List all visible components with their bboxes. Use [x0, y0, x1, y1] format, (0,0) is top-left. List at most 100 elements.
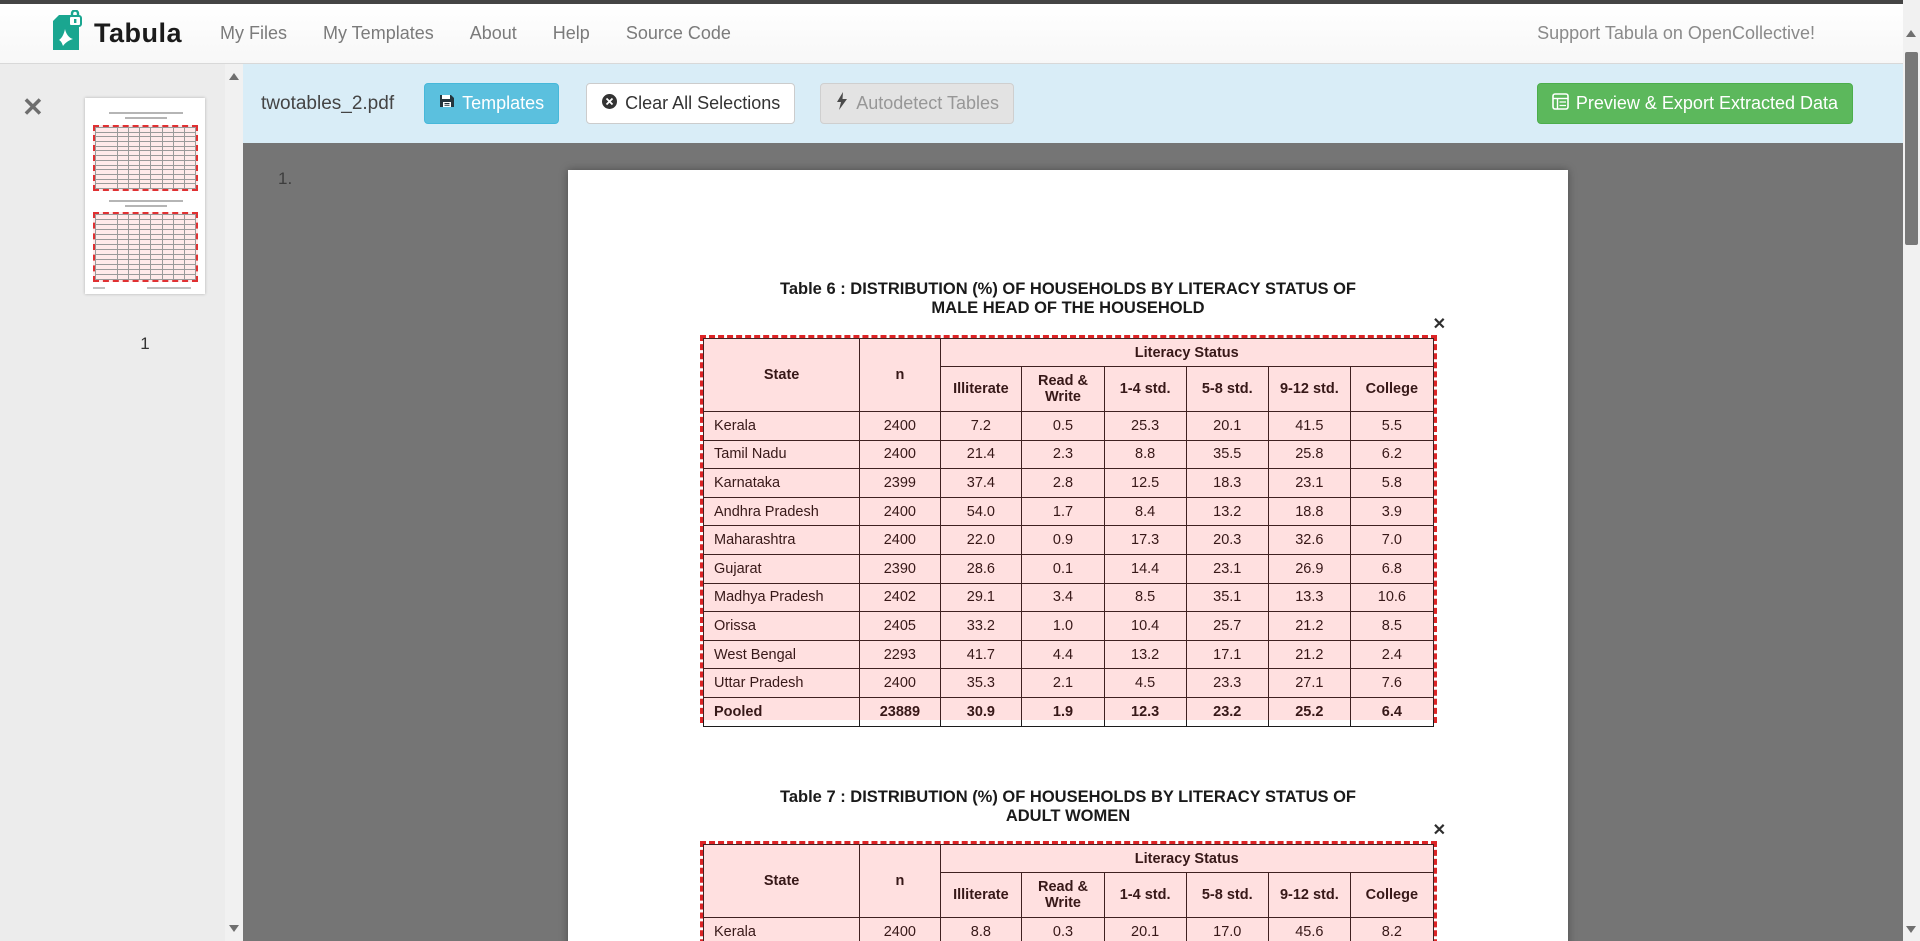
window-scrollbar[interactable] — [1903, 0, 1920, 941]
table-cell: 29.1 — [940, 583, 1022, 612]
table-cell: 41.5 — [1268, 412, 1350, 441]
close-document-icon[interactable]: ✕ — [22, 94, 44, 120]
table-cell: 2400 — [860, 918, 940, 941]
col-header: 1-4 std. — [1104, 367, 1186, 412]
table-cell: 13.2 — [1186, 497, 1268, 526]
col-header: 1-4 std. — [1104, 873, 1186, 918]
table-cell: 3.4 — [1022, 583, 1104, 612]
autodetect-tables-button[interactable]: Autodetect Tables — [820, 83, 1014, 124]
circle-x-icon — [601, 93, 618, 115]
preview-export-label: Preview & Export Extracted Data — [1576, 93, 1838, 114]
table-cell: 2400 — [860, 440, 940, 469]
table-cell: 2.4 — [1350, 640, 1433, 669]
table-cell: 2.8 — [1022, 469, 1104, 498]
preview-export-button[interactable]: Preview & Export Extracted Data — [1537, 83, 1853, 124]
table-cell: 10.4 — [1104, 612, 1186, 641]
remove-selection-icon[interactable]: ✕ — [1433, 823, 1446, 839]
table-cell: 1.0 — [1022, 612, 1104, 641]
col-header: College — [1350, 873, 1433, 918]
col-header: 5-8 std. — [1186, 873, 1268, 918]
templates-button[interactable]: Templates — [424, 83, 559, 124]
table-cell: 18.3 — [1186, 469, 1268, 498]
scroll-up-icon[interactable] — [229, 73, 239, 80]
support-opencollective-link[interactable]: Support Tabula on OpenCollective! — [1537, 23, 1815, 44]
table-cell: 10.6 — [1350, 583, 1433, 612]
table-row: Madhya Pradesh240229.13.48.535.113.310.6 — [704, 583, 1434, 612]
lightning-bolt-icon — [835, 92, 849, 115]
col-header: 9-12 std. — [1268, 873, 1350, 918]
table-cell: 25.2 — [1268, 697, 1350, 726]
thumb-title-line — [109, 112, 183, 114]
scroll-down-icon[interactable] — [229, 925, 239, 932]
table-cell: 8.5 — [1350, 612, 1433, 641]
save-file-icon — [439, 93, 455, 114]
col-header-state: State — [704, 339, 860, 412]
document-view-area[interactable]: 1. Table 6 : DISTRIBUTION (%) OF HOUSEHO… — [243, 143, 1903, 941]
table-cell: 7.0 — [1350, 526, 1433, 555]
table-cell: 8.2 — [1350, 918, 1433, 941]
templates-button-label: Templates — [462, 93, 544, 114]
table-cell: 23.3 — [1186, 669, 1268, 698]
nav-item-my-files[interactable]: My Files — [220, 23, 287, 44]
table-cell: 18.8 — [1268, 497, 1350, 526]
cell-state: Andhra Pradesh — [704, 497, 860, 526]
col-header-n: n — [860, 339, 940, 412]
table-cell: 5.8 — [1350, 469, 1433, 498]
cell-state: Karnataka — [704, 469, 860, 498]
scroll-up-icon[interactable] — [1906, 30, 1916, 37]
table-cell: 8.4 — [1104, 497, 1186, 526]
table-row: West Bengal229341.74.413.217.121.22.4 — [704, 640, 1434, 669]
table-cell: 41.7 — [940, 640, 1022, 669]
table-cell: 21.2 — [1268, 640, 1350, 669]
table-cell: 2405 — [860, 612, 940, 641]
table-cell: 54.0 — [940, 497, 1022, 526]
nav-item-source-code[interactable]: Source Code — [626, 23, 731, 44]
open-filename: twotables_2.pdf — [261, 93, 394, 115]
brand[interactable]: Tabula — [45, 10, 182, 57]
nav-item-about[interactable]: About — [470, 23, 517, 44]
table-cell: 14.4 — [1104, 554, 1186, 583]
scrollbar-thumb[interactable] — [1905, 52, 1918, 245]
nav-item-help[interactable]: Help — [553, 23, 590, 44]
table-cell: 28.6 — [940, 554, 1022, 583]
table-cell: 2293 — [860, 640, 940, 669]
table7-selection[interactable]: ✕ StatenLiteracy StatusIlliterateRead &W… — [700, 841, 1437, 941]
table-cell: 33.2 — [940, 612, 1022, 641]
cell-state: Kerala — [704, 412, 860, 441]
table-cell: 8.5 — [1104, 583, 1186, 612]
table-cell: 12.3 — [1104, 697, 1186, 726]
table-row: Andhra Pradesh240054.01.78.413.218.83.9 — [704, 497, 1434, 526]
cell-state: Kerala — [704, 918, 860, 941]
table-row: Karnataka239937.42.812.518.323.15.8 — [704, 469, 1434, 498]
nav-menu: My Files My Templates About Help Source … — [220, 23, 731, 44]
col-header: Read &Write — [1022, 367, 1104, 412]
clear-all-selections-button[interactable]: Clear All Selections — [586, 83, 795, 124]
table-row: Uttar Pradesh240035.32.14.523.327.17.6 — [704, 669, 1434, 698]
cell-state: Orissa — [704, 612, 860, 641]
table-cell: 2390 — [860, 554, 940, 583]
navbar: Tabula My Files My Templates About Help … — [0, 4, 1920, 64]
sidebar-scrollbar[interactable] — [225, 64, 243, 941]
cell-state: Pooled — [704, 697, 860, 726]
remove-selection-icon[interactable]: ✕ — [1433, 317, 1446, 333]
scroll-down-icon[interactable] — [1906, 926, 1916, 933]
page-thumbnail[interactable] — [85, 98, 205, 294]
table6-selection[interactable]: ✕ StatenLiteracy StatusIlliterateRead &W… — [700, 335, 1437, 723]
nav-item-my-templates[interactable]: My Templates — [323, 23, 434, 44]
table-cell: 0.9 — [1022, 526, 1104, 555]
thumb-selection-1 — [93, 125, 198, 191]
toolbar: twotables_2.pdf Templates Clear All Sele… — [243, 64, 1903, 143]
table-cell: 8.8 — [940, 918, 1022, 941]
thumb-title-line — [109, 200, 183, 202]
thumb-footer-mark — [147, 287, 191, 289]
table-cell: 23.1 — [1268, 469, 1350, 498]
cell-state: Gujarat — [704, 554, 860, 583]
table-cell: 2.1 — [1022, 669, 1104, 698]
page-thumbnail-sidebar: ✕ 1 — [0, 64, 225, 941]
pdf-page[interactable]: Table 6 : DISTRIBUTION (%) OF HOUSEHOLDS… — [568, 170, 1568, 941]
col-header: College — [1350, 367, 1433, 412]
thumb-title-line — [125, 117, 167, 119]
col-header-n: n — [860, 845, 940, 918]
extracted-table: StatenLiteracy StatusIlliterateRead &Wri… — [703, 844, 1434, 941]
table7-title-line2: ADULT WOMEN — [568, 807, 1568, 826]
